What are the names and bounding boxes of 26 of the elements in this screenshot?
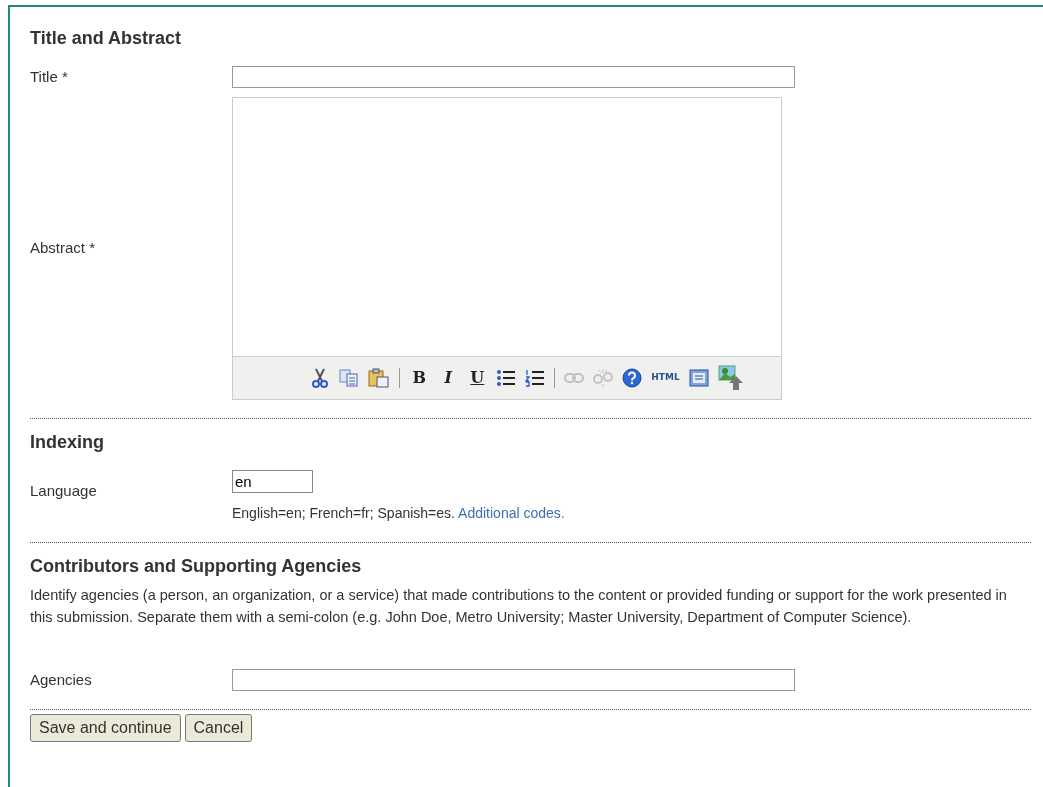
hint-text: English=en; French=fr; Spanish=es. Additional codes. — [232, 504, 565, 523]
cancel-button[interactable]: Cancel — [184, 714, 253, 743]
html-button[interactable]: HTML — [651, 366, 680, 389]
field-label: Language — [30, 480, 98, 501]
save-button[interactable]: Save and continue — [30, 714, 181, 743]
rich-text-editor[interactable]: B I U HTML — [232, 96, 782, 400]
text-field[interactable] — [232, 66, 795, 89]
section-heading: Indexing — [30, 430, 105, 454]
field-label: Abstract * — [30, 237, 97, 258]
scissors-icon[interactable] — [310, 366, 331, 389]
help-icon[interactable] — [622, 366, 643, 389]
italic-button[interactable]: I — [438, 366, 459, 389]
section-description: Identify agencies (a person, an organization, or a service) that made contributions to the content or provided funding or support for the work presented in this submission. Separate them with a semi-colon (e.g. John Doe, Metro University; Master University, Department of Computer Science). — [30, 586, 1008, 628]
codes-link[interactable]: Additional codes. — [458, 505, 565, 521]
window-icon[interactable] — [688, 366, 709, 389]
copy-icon[interactable] — [339, 366, 360, 389]
image-upload-icon[interactable] — [717, 366, 744, 389]
underline-button[interactable]: U — [467, 366, 488, 389]
section-heading: Title and Abstract — [30, 27, 183, 50]
bold-button[interactable]: B — [409, 366, 430, 389]
text-field[interactable] — [232, 669, 795, 692]
field-label: Title * — [30, 67, 69, 87]
paste-icon[interactable] — [368, 366, 391, 389]
section-heading: Contributors and Supporting Agencies — [30, 555, 363, 578]
text-field[interactable]: en — [232, 469, 313, 493]
field-label: Agencies — [30, 669, 93, 690]
